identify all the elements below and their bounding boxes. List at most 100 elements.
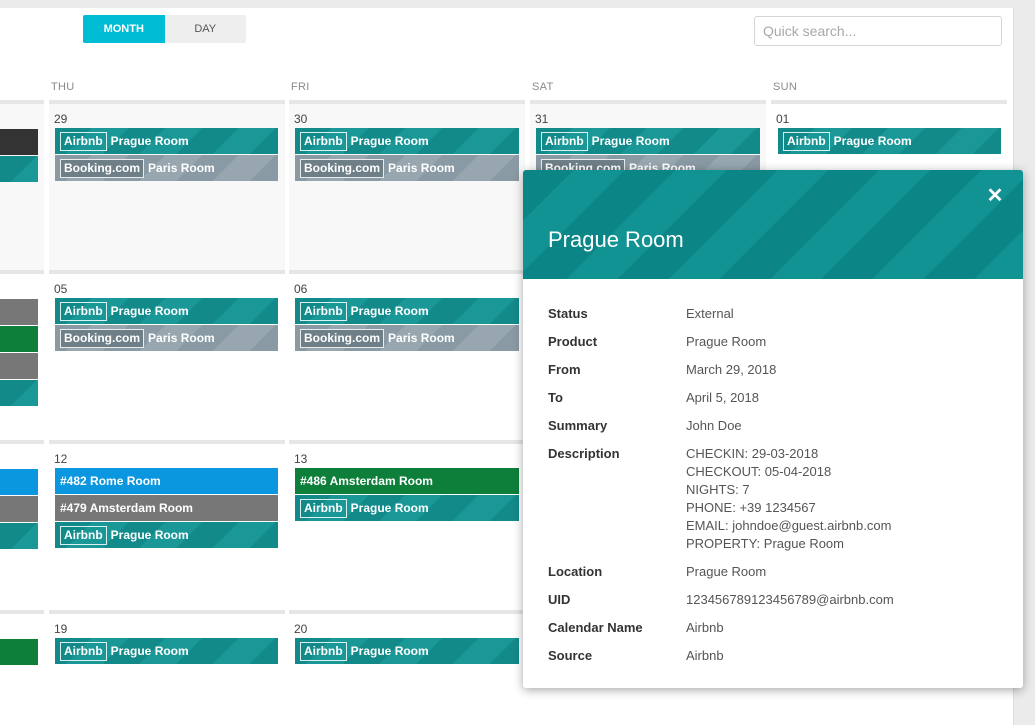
event-source-tag: Airbnb: [60, 131, 107, 151]
day-name-sat: SAT: [532, 81, 554, 93]
event-airbnb-prague[interactable]: Airbnb Prague Room: [55, 298, 278, 324]
event-green[interactable]: [0, 639, 38, 665]
description-line: NIGHTS: 7: [686, 482, 750, 497]
event-label: Paris Room: [148, 161, 215, 175]
calendar-cell-prev[interactable]: [0, 270, 44, 442]
event-label: Paris Room: [148, 331, 215, 345]
popup-header: Prague Room ✕: [523, 170, 1023, 279]
field-label: UID: [548, 592, 571, 607]
event-details-popup: Prague Room ✕ Status External Product Pr…: [523, 170, 1023, 688]
event-source-tag: Airbnb: [300, 641, 347, 661]
event-dark[interactable]: [0, 129, 38, 155]
field-label: Summary: [548, 418, 608, 433]
calendar-cell-prev[interactable]: [0, 610, 44, 725]
day-number: 05: [54, 282, 68, 296]
event-source-tag: Airbnb: [300, 498, 347, 518]
calendar-cell-12[interactable]: 12 #482 Rome Room #479 Amsterdam Room Ai…: [49, 440, 285, 610]
event-booking-paris[interactable]: Booking.com Paris Room: [295, 155, 519, 181]
event-airbnb-prague[interactable]: Airbnb Prague Room: [295, 298, 519, 324]
event-source-tag: Airbnb: [60, 301, 107, 321]
event-label: Prague Room: [110, 644, 189, 658]
month-view-button[interactable]: MONTH: [83, 15, 165, 43]
event-source-tag: Booking.com: [300, 328, 385, 348]
close-icon[interactable]: ✕: [985, 186, 1005, 206]
event-airbnb-prague[interactable]: Airbnb Prague Room: [55, 128, 278, 154]
day-name-fri: FRI: [291, 81, 310, 93]
description-line: EMAIL: johndoe@guest.airbnb.com: [686, 518, 892, 533]
description-line: PROPERTY: Prague Room: [686, 536, 844, 551]
event-source-tag: Booking.com: [300, 158, 385, 178]
field-label: Source: [548, 648, 593, 663]
event-amsterdam-room[interactable]: #486 Amsterdam Room: [295, 468, 519, 494]
day-number: 06: [294, 282, 308, 296]
field-value: John Doe: [686, 418, 742, 433]
event-label: Prague Room: [350, 304, 429, 318]
event-booking-paris[interactable]: Booking.com Paris Room: [55, 325, 278, 351]
quick-search-input[interactable]: [754, 16, 1002, 46]
event-source-tag: Airbnb: [300, 301, 347, 321]
calendar-cell-19[interactable]: 19 Airbnb Prague Room: [49, 610, 285, 725]
event-airbnb-prague[interactable]: Airbnb Prague Room: [295, 128, 519, 154]
calendar-cell-13[interactable]: 13 #486 Amsterdam Room Airbnb Prague Roo…: [289, 440, 525, 610]
event-airbnb-prague[interactable]: Airbnb Prague Room: [55, 522, 278, 548]
calendar-cell-prev[interactable]: [0, 100, 44, 272]
calendar-cell-20[interactable]: 20 Airbnb Prague Room: [289, 610, 525, 725]
day-number: 12: [54, 452, 68, 466]
event-label: #482 Rome Room: [60, 474, 161, 488]
event-airbnb-prague[interactable]: Airbnb Prague Room: [778, 128, 1001, 154]
event-airbnb-partial[interactable]: [0, 156, 38, 182]
event-label: Prague Room: [350, 134, 429, 148]
description-line: CHECKOUT: 05-04-2018: [686, 464, 832, 479]
event-airbnb-prague[interactable]: Airbnb Prague Room: [536, 128, 760, 154]
description-line: PHONE: +39 1234567: [686, 500, 816, 515]
event-source-tag: Airbnb: [60, 641, 107, 661]
field-value: Prague Room: [686, 564, 767, 579]
calendar-cell-06[interactable]: 06 Airbnb Prague Room Booking.com Paris …: [289, 270, 525, 442]
field-value: Airbnb: [686, 620, 724, 635]
day-view-button[interactable]: DAY: [165, 15, 247, 43]
event-grey[interactable]: [0, 496, 38, 522]
field-value: External: [686, 306, 734, 321]
event-amsterdam-room[interactable]: #479 Amsterdam Room: [55, 495, 278, 521]
calendar-cell-29[interactable]: 29 Airbnb Prague Room Booking.com Paris …: [49, 100, 285, 272]
field-value: 123456789123456789@airbnb.com: [686, 592, 894, 607]
event-label: #486 Amsterdam Room: [300, 474, 433, 488]
calendar-cell-05[interactable]: 05 Airbnb Prague Room Booking.com Paris …: [49, 270, 285, 442]
event-booking-paris[interactable]: Booking.com Paris Room: [55, 155, 278, 181]
day-number: 20: [294, 622, 308, 636]
day-number: 31: [535, 112, 549, 126]
event-airbnb-partial[interactable]: [0, 380, 38, 406]
event-rome-room[interactable]: #482 Rome Room: [55, 468, 278, 494]
event-blue[interactable]: [0, 469, 38, 495]
event-airbnb-prague[interactable]: Airbnb Prague Room: [295, 638, 519, 664]
description-line: CHECKIN: 29-03-2018: [686, 446, 819, 461]
event-airbnb-prague[interactable]: Airbnb Prague Room: [55, 638, 278, 664]
day-name-sun: SUN: [773, 81, 798, 93]
field-value: March 29, 2018: [686, 362, 777, 377]
popup-title: Prague Room: [548, 227, 684, 252]
event-booking-paris[interactable]: Booking.com Paris Room: [295, 325, 519, 351]
event-source-tag: Airbnb: [60, 525, 107, 545]
event-label: Paris Room: [388, 161, 455, 175]
day-name-thu: THU: [51, 81, 75, 93]
event-source-tag: Booking.com: [60, 328, 145, 348]
event-label: #479 Amsterdam Room: [60, 501, 193, 515]
event-label: Prague Room: [350, 501, 429, 515]
event-airbnb-prague[interactable]: Airbnb Prague Room: [295, 495, 519, 521]
event-label: Paris Room: [388, 331, 455, 345]
event-label: Prague Room: [110, 304, 189, 318]
day-number: 30: [294, 112, 308, 126]
calendar-cell-30[interactable]: 30 Airbnb Prague Room Booking.com Paris …: [289, 100, 525, 272]
field-label: Calendar Name: [548, 620, 643, 635]
event-airbnb-partial[interactable]: [0, 523, 38, 549]
event-green[interactable]: [0, 326, 38, 352]
event-grey[interactable]: [0, 353, 38, 379]
field-label: Status: [548, 306, 588, 321]
event-label: Prague Room: [110, 134, 189, 148]
view-toggle: MONTH DAY: [83, 15, 246, 43]
field-label: To: [548, 390, 563, 405]
field-label: From: [548, 362, 581, 377]
event-grey[interactable]: [0, 299, 38, 325]
calendar-cell-prev[interactable]: [0, 440, 44, 610]
event-label: Prague Room: [833, 134, 912, 148]
